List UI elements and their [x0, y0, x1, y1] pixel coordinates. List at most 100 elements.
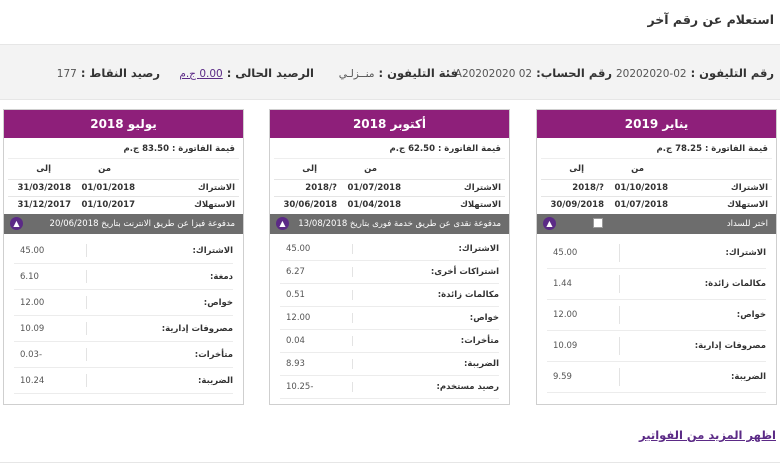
item-value: 12.00: [20, 297, 45, 308]
chevron-up-icon[interactable]: ▲: [276, 217, 289, 230]
balance-value-link[interactable]: 0.00 ج.م: [179, 68, 222, 80]
subscription-period-row: الاشتراك 01/10/2018 ?/2018: [541, 179, 772, 196]
item-label: متأخرات:: [194, 349, 233, 360]
subscription-label: الاشتراك: [463, 183, 501, 193]
phone-number-info: رقم التليفون :02-20202020: [616, 66, 774, 80]
consumption-period-row: الاستهلاك 01/04/2018 30/06/2018: [274, 196, 505, 213]
points-label: رصيد النقاط :: [80, 66, 160, 80]
payment-status-text: مدفوعة نقدى عن طريق خدمة فورى بتاريخ 13/…: [298, 219, 501, 229]
account-label: رقم الحساب:: [536, 66, 612, 80]
item-label: الضريبة:: [198, 375, 233, 386]
checkbox-icon[interactable]: [593, 218, 603, 228]
consumption-from: 01/10/2017: [81, 200, 135, 210]
divider: [86, 348, 87, 361]
subscription-from: 01/07/2018: [347, 183, 401, 193]
category-label: فئة التليفون :: [378, 66, 458, 80]
subscription-to: 31/03/2018: [17, 183, 71, 193]
divider: [619, 306, 620, 324]
item-value: 10.09: [553, 341, 578, 351]
to-header: إلى: [569, 164, 584, 174]
subscription-to: ?/2018: [572, 183, 604, 193]
consumption-label: الاستهلاك: [460, 200, 501, 210]
page-title[interactable]: استعلام عن رقم آخر: [648, 12, 774, 27]
item-value: 0.04: [286, 336, 305, 346]
consumption-period-row: الاستهلاك 01/07/2018 30/09/2018: [541, 196, 772, 213]
item-label: اشتراكات أخرى:: [430, 267, 499, 277]
bill-item: الاشتراك: 45.00: [547, 238, 766, 269]
to-header: إلى: [302, 164, 317, 174]
bill-item: متأخرات: -0.03: [14, 342, 233, 368]
divider: [352, 267, 353, 277]
billing-periods: من إلى الاشتراك 01/07/2018 ?/2018 الاسته…: [274, 158, 505, 214]
chevron-up-icon[interactable]: ▲: [543, 217, 556, 230]
bill-item: خواص: 12.00: [547, 300, 766, 331]
item-value: 10.24: [20, 375, 45, 386]
subscription-to: ?/2018: [305, 183, 337, 193]
bill-item: مصروفات إدارية: 10.09: [547, 331, 766, 362]
from-header: من: [631, 164, 644, 174]
show-more-bills-link[interactable]: اظهر المزيد من الفواتير: [639, 428, 776, 442]
item-label: الضريبة:: [464, 359, 499, 369]
consumption-to: 31/12/2017: [17, 200, 71, 210]
current-balance-info: الرصيد الحالى : 0.00 ج.م: [179, 66, 314, 80]
item-label: خواص:: [736, 310, 766, 320]
divider: [86, 374, 87, 387]
bill-item: متأخرات: 0.04: [280, 330, 499, 353]
item-value: 1.44: [553, 279, 572, 289]
item-value: 6.27: [286, 267, 305, 277]
from-header: من: [364, 164, 377, 174]
bill-item: الضريبة: 9.59: [547, 362, 766, 393]
divider: [86, 244, 87, 257]
subscription-label: الاشتراك: [730, 183, 768, 193]
divider: [86, 296, 87, 309]
bill-item: مكالمات زائدة: 1.44: [547, 269, 766, 300]
divider: [352, 382, 353, 392]
account-value: A20202020 02: [454, 68, 533, 80]
item-value: 8.93: [286, 359, 305, 369]
bill-item: خواص: 12.00: [14, 290, 233, 316]
divider: [352, 336, 353, 346]
bill-amount: قيمة الفاتورة : 83.50 ج.م: [123, 144, 235, 154]
account-info-bar: رقم التليفون :02-20202020 رقم الحساب:A20…: [0, 44, 780, 100]
divider: [619, 244, 620, 262]
bill-item: مكالمات زائدة: 0.51: [280, 284, 499, 307]
bill-amount: قيمة الفاتورة : 62.50 ج.م: [389, 144, 501, 154]
pay-now-label: اختر للسداد: [726, 219, 768, 229]
divider: [0, 462, 780, 463]
phone-category-info: فئة التليفون :منــزلـي: [339, 66, 458, 80]
chevron-up-icon[interactable]: ▲: [10, 217, 23, 230]
item-label: مكالمات زائدة:: [437, 290, 499, 300]
consumption-label: الاستهلاك: [194, 200, 235, 210]
account-number-info: رقم الحساب:A20202020 02: [455, 66, 612, 80]
consumption-to: 30/09/2018: [550, 200, 604, 210]
payment-status-bar: مدفوعة فيزا عن طريق الانترنت بتاريخ 20/0…: [4, 214, 243, 234]
bill-item: مصروفات إدارية: 10.09: [14, 316, 233, 342]
bill-item: دمغة: 6.10: [14, 264, 233, 290]
consumption-period-row: الاستهلاك 01/10/2017 31/12/2017: [8, 196, 239, 213]
divider: [619, 275, 620, 293]
item-label: الضريبة:: [731, 372, 766, 382]
item-value: 45.00: [20, 245, 45, 256]
bill-item: الضريبة: 10.24: [14, 368, 233, 394]
item-label: خواص:: [469, 313, 499, 323]
item-value: 6.10: [20, 271, 39, 282]
consumption-label: الاستهلاك: [727, 200, 768, 210]
item-value: 10.09: [20, 323, 45, 334]
item-value: 0.51: [286, 290, 305, 300]
item-label: رصيد مستخدم:: [436, 382, 500, 392]
item-label: مصروفات إدارية:: [694, 341, 766, 351]
phone-label: رقم التليفون :: [690, 66, 774, 80]
item-label: متأخرات:: [460, 336, 499, 346]
item-label: خواص:: [203, 297, 233, 308]
subscription-from: 01/10/2018: [614, 183, 668, 193]
consumption-from: 01/04/2018: [347, 200, 401, 210]
bill-month-title: يوليو 2018: [4, 110, 243, 138]
divider: [86, 270, 87, 283]
consumption-to: 30/06/2018: [283, 200, 337, 210]
payment-status-bar: اختر للسداد ▲: [537, 214, 776, 234]
bill-item: اشتراكات أخرى: 6.27: [280, 261, 499, 284]
item-label: الاشتراك:: [725, 248, 766, 258]
to-header: إلى: [36, 164, 51, 174]
divider: [86, 322, 87, 335]
points-balance-info: رصيد النقاط :177: [57, 66, 160, 80]
